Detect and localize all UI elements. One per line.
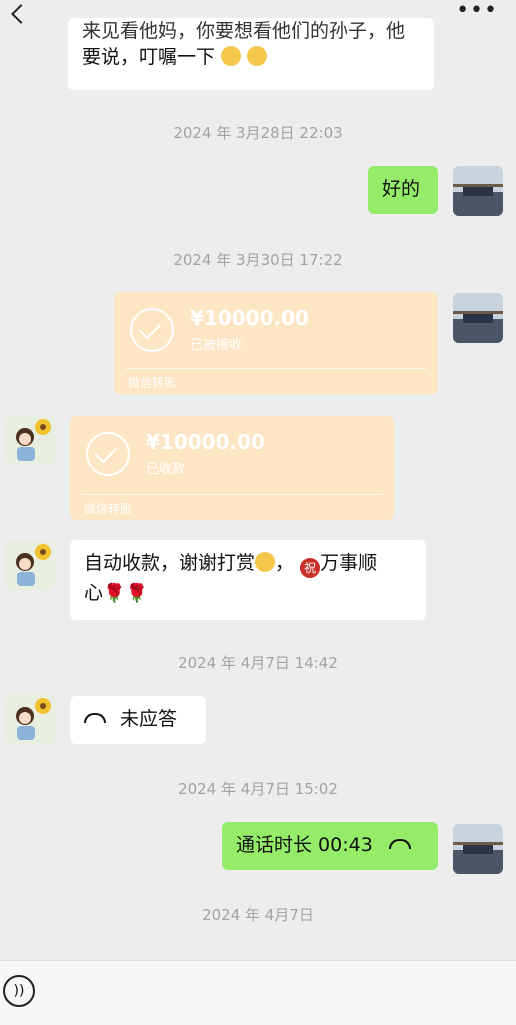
- transfer-amount: ¥10000.00: [146, 430, 265, 454]
- timestamp: 2024 年 4月7日 15:02: [178, 780, 338, 798]
- avatar-contact[interactable]: [5, 694, 55, 744]
- message-bubble-received[interactable]: 来见看他妈，你要想看他们的孙子，他表姐他们本来 要说，叮嘱一下: [68, 18, 434, 90]
- check-circle-icon: [86, 432, 130, 476]
- timestamp: 2024 年 3月30日 17:22: [173, 251, 343, 269]
- message-text: 万事顺: [320, 552, 378, 574]
- message-bubble-sent[interactable]: 好的: [368, 166, 438, 214]
- avatar-self[interactable]: [453, 293, 503, 343]
- transfer-footer: 微信转账: [84, 502, 133, 516]
- chevron-left-icon[interactable]: [11, 4, 31, 24]
- laughing-emoji-icon: [221, 46, 242, 66]
- more-dots-icon[interactable]: •••: [456, 0, 498, 22]
- rose-icon: 🌹: [103, 583, 126, 604]
- message-text: 要说，叮嘱一下: [82, 46, 216, 68]
- laughing-emoji-icon: [247, 46, 268, 66]
- kiss-emoji-icon: [255, 552, 276, 572]
- message-text: 心: [84, 582, 104, 604]
- call-status-text: 未应答: [120, 708, 178, 730]
- avatar-self[interactable]: [453, 166, 503, 216]
- message-text: 好的: [382, 178, 421, 200]
- timestamp: 2024 年 3月28日 22:03: [173, 124, 343, 142]
- divider: [126, 368, 426, 369]
- transfer-status: 已收款: [146, 462, 186, 477]
- message-bubble-received[interactable]: 自动收款，谢谢打赏， 祝万事顺 心🌹🌹: [70, 540, 426, 620]
- call-duration-text: 通话时长 00:43: [236, 834, 373, 856]
- avatar-self[interactable]: [453, 824, 503, 874]
- phone-hangup-icon: [388, 839, 411, 849]
- transfer-card-sent[interactable]: ¥10000.00 已被接收 微信转账: [114, 292, 438, 394]
- rose-icon: 🌹: [125, 583, 148, 604]
- call-bubble-received[interactable]: 未应答: [70, 696, 206, 744]
- voice-icon[interactable]: )): [3, 975, 35, 1007]
- message-text: 自动收款，谢谢打赏: [84, 552, 256, 574]
- check-circle-icon: [130, 308, 174, 352]
- transfer-card-received[interactable]: ¥10000.00 已收款 微信转账: [70, 416, 394, 520]
- transfer-status: 已被接收: [190, 338, 243, 353]
- call-bubble-sent[interactable]: 通话时长 00:43: [222, 822, 438, 870]
- message-text: 来见看他妈，你要想看他们的孙子，他表姐他们本来: [82, 20, 406, 42]
- divider: [82, 494, 382, 495]
- timestamp: 2024 年 4月7日 14:42: [178, 654, 338, 672]
- input-bar: )): [0, 960, 516, 1025]
- transfer-amount: ¥10000.00: [190, 306, 309, 330]
- timestamp: 2024 年 4月7日: [202, 906, 314, 924]
- avatar-contact[interactable]: [5, 540, 55, 590]
- transfer-footer: 微信转账: [128, 376, 177, 390]
- blessing-emoji-icon: 祝: [300, 558, 321, 578]
- phone-hangup-icon: [84, 713, 106, 723]
- avatar-contact[interactable]: [5, 415, 55, 465]
- message-text: ，: [275, 552, 295, 574]
